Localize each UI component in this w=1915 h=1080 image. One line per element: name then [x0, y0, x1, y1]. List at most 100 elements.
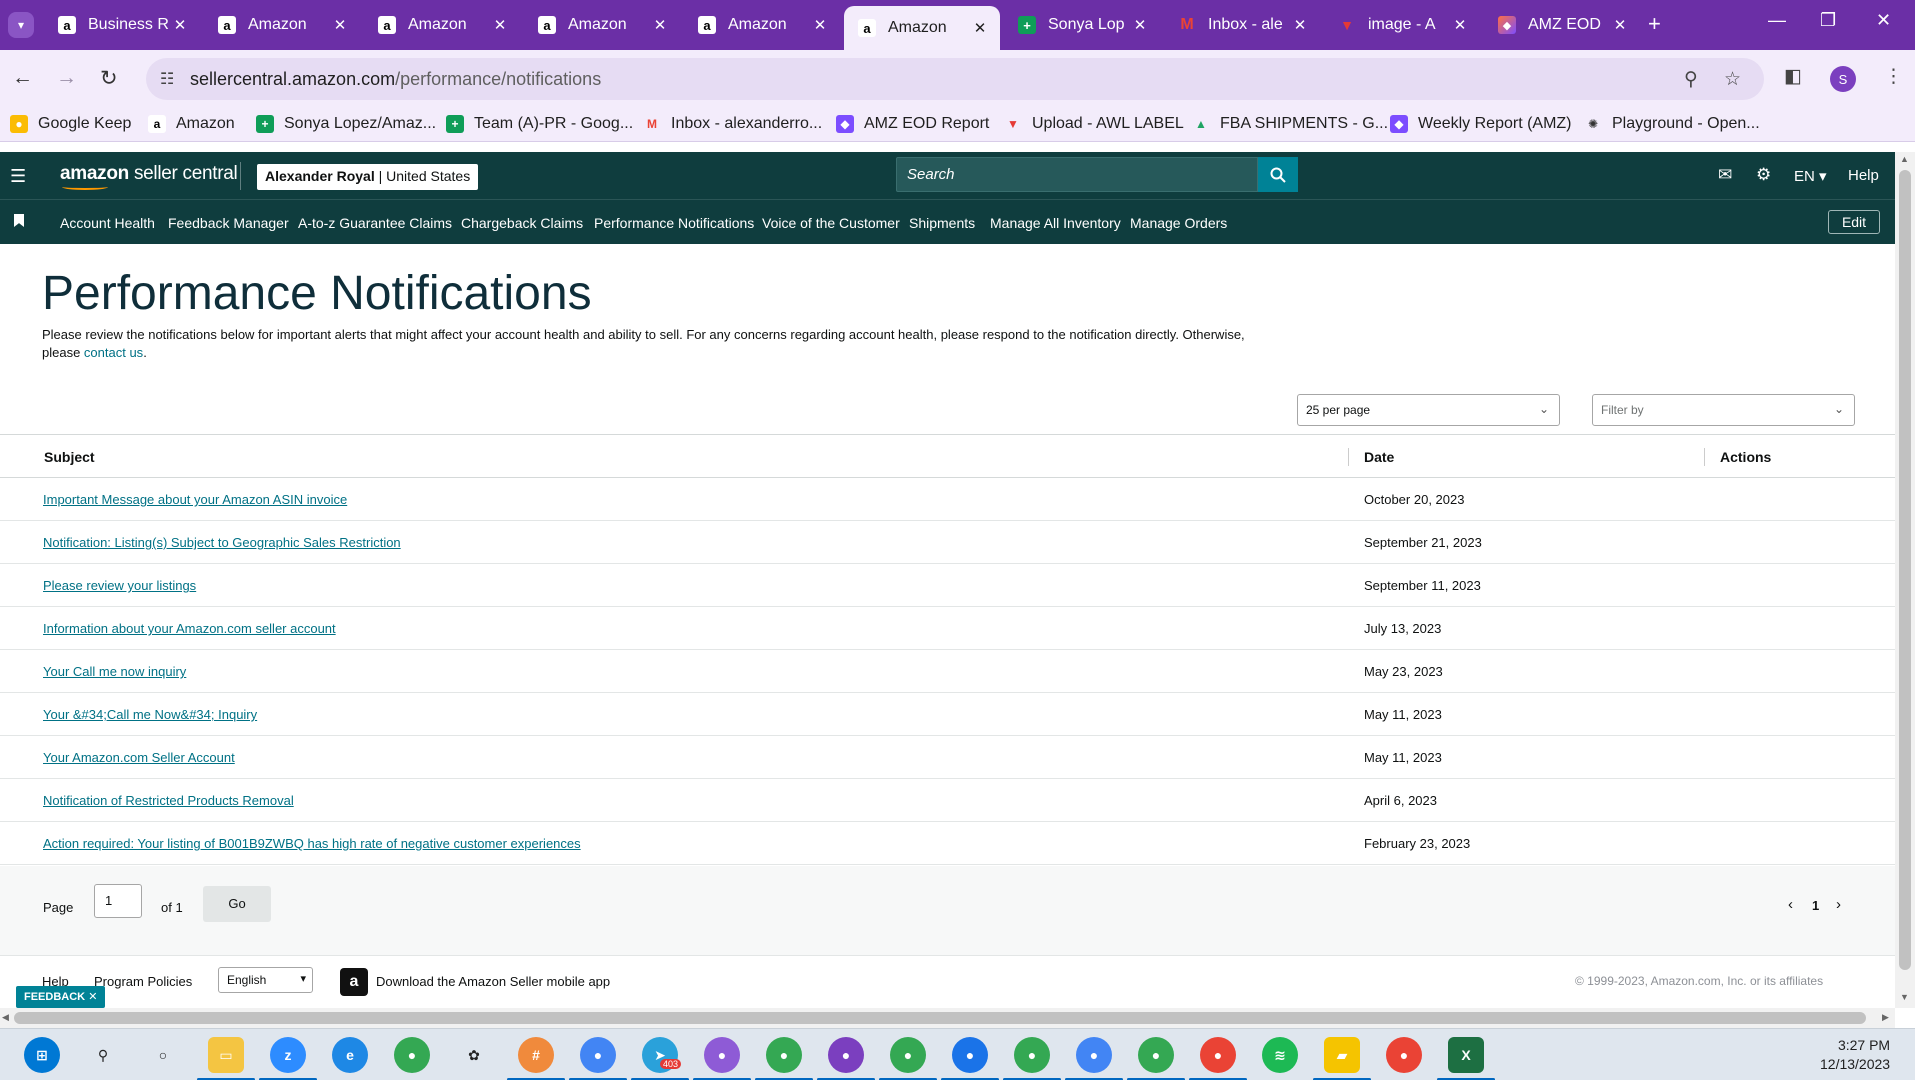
search-button[interactable]: [1258, 157, 1298, 192]
scroll-thumb[interactable]: [14, 1012, 1866, 1024]
filter-select[interactable]: Filter by ⌄: [1592, 394, 1855, 426]
program-policies-link[interactable]: Program Policies: [94, 974, 192, 989]
browser-tab[interactable]: M Inbox - ale ✕: [1164, 8, 1320, 42]
close-icon[interactable]: ✕: [1130, 16, 1150, 34]
browser-tab[interactable]: a Amazon ✕: [684, 8, 840, 42]
profile-avatar[interactable]: S: [1830, 66, 1856, 92]
notification-subject-link[interactable]: Your Amazon.com Seller Account: [43, 750, 235, 765]
browser-tab[interactable]: a Amazon ✕: [524, 8, 680, 42]
contact-us-link[interactable]: contact us: [84, 345, 143, 360]
notification-subject-link[interactable]: Your &#34;Call me Now&#34; Inquiry: [43, 707, 257, 722]
browser-tab[interactable]: ◆ AMZ EOD ✕: [1484, 8, 1640, 42]
bookmark-icon[interactable]: [14, 214, 24, 227]
nav-item[interactable]: Shipments: [909, 215, 975, 231]
help-link[interactable]: Help: [1848, 167, 1879, 184]
nav-item[interactable]: A-to-z Guarantee Claims: [298, 215, 452, 231]
task-view-icon[interactable]: ○: [145, 1037, 181, 1073]
chrome-icon[interactable]: ●: [1200, 1037, 1236, 1073]
browser-tab[interactable]: a Amazon ✕: [364, 8, 520, 42]
file-explorer-icon[interactable]: ▭: [208, 1037, 244, 1073]
chrome-icon[interactable]: ●: [1138, 1037, 1174, 1073]
chrome-icon[interactable]: ●: [766, 1037, 802, 1073]
nav-item[interactable]: Manage All Inventory: [990, 215, 1121, 231]
back-icon[interactable]: ←: [12, 66, 33, 90]
scroll-thumb[interactable]: [1899, 170, 1911, 970]
hamburger-menu-icon[interactable]: ☰: [10, 166, 26, 187]
nav-item[interactable]: Account Health: [60, 215, 155, 231]
browser-tab[interactable]: + Sonya Lop ✕: [1004, 8, 1160, 42]
close-icon[interactable]: ✕: [1450, 16, 1470, 34]
zoom-icon[interactable]: z: [270, 1037, 306, 1073]
vertical-scrollbar[interactable]: ▲ ▼: [1895, 152, 1915, 1008]
scroll-left-icon[interactable]: ◀: [2, 1012, 9, 1023]
horizontal-scrollbar[interactable]: ◀ ▶: [0, 1008, 1895, 1028]
nav-item[interactable]: Performance Notifications: [594, 215, 754, 231]
notification-subject-link[interactable]: Notification: Listing(s) Subject to Geog…: [43, 535, 401, 550]
windows-start-icon[interactable]: ⊞: [24, 1037, 60, 1073]
per-page-select[interactable]: 25 per page ⌄: [1297, 394, 1560, 426]
account-switcher[interactable]: Alexander Royal | United States: [257, 164, 479, 190]
notification-subject-link[interactable]: Please review your listings: [43, 578, 196, 593]
notification-subject-link[interactable]: Information about your Amazon.com seller…: [43, 621, 336, 636]
scroll-up-icon[interactable]: ▲: [1900, 154, 1909, 164]
omnibox[interactable]: ☷ sellercentral.amazon.com/performance/n…: [146, 58, 1764, 100]
gear-icon[interactable]: ⚙: [1756, 165, 1771, 185]
go-button[interactable]: Go: [203, 886, 271, 922]
bot-icon[interactable]: ✿: [456, 1037, 492, 1073]
edge-icon[interactable]: e: [332, 1037, 368, 1073]
bookmark-item[interactable]: ✺ Playground - Open...: [1584, 115, 1760, 133]
minimize-icon[interactable]: —: [1768, 10, 1786, 31]
footer-language-select[interactable]: English ▾: [218, 967, 313, 993]
page-number-input[interactable]: 1: [94, 884, 142, 918]
close-icon[interactable]: ✕: [1610, 16, 1630, 34]
forward-icon[interactable]: →: [56, 66, 77, 90]
excel-icon[interactable]: X: [1448, 1037, 1484, 1073]
system-clock[interactable]: 3:27 PM 12/13/2023: [1820, 1036, 1890, 1074]
url-text[interactable]: sellercentral.amazon.com/performance/not…: [190, 69, 601, 90]
bookmark-item[interactable]: ● Google Keep: [10, 115, 131, 133]
close-icon[interactable]: ✕: [970, 19, 990, 37]
previous-page-icon[interactable]: ‹: [1788, 896, 1793, 913]
chrome-icon[interactable]: ●: [890, 1037, 926, 1073]
new-tab-button[interactable]: +: [1648, 11, 1661, 37]
scroll-down-icon[interactable]: ▼: [1900, 992, 1909, 1002]
side-panel-icon[interactable]: ◧: [1784, 65, 1802, 88]
download-app-link[interactable]: Download the Amazon Seller mobile app: [376, 974, 610, 989]
chrome-icon[interactable]: ●: [580, 1037, 616, 1073]
close-icon[interactable]: ✕: [810, 16, 830, 34]
bookmark-item[interactable]: a Amazon: [148, 115, 235, 133]
chrome-icon[interactable]: ●: [952, 1037, 988, 1073]
chrome-icon[interactable]: ●: [394, 1037, 430, 1073]
bookmark-item[interactable]: ▼ Upload - AWL LABEL: [1004, 115, 1184, 133]
current-page-number[interactable]: 1: [1812, 898, 1819, 913]
scroll-right-icon[interactable]: ▶: [1882, 1012, 1889, 1023]
restore-icon[interactable]: ❐: [1820, 10, 1836, 31]
close-icon[interactable]: ✕: [650, 16, 670, 34]
bookmark-star-icon[interactable]: ☆: [1724, 68, 1741, 91]
reload-icon[interactable]: ↻: [100, 66, 118, 91]
notification-subject-link[interactable]: Your Call me now inquiry: [43, 664, 186, 679]
browser-menu-icon[interactable]: ⋮: [1884, 65, 1903, 88]
search-icon[interactable]: ⚲: [85, 1037, 121, 1073]
chrome-icon[interactable]: ●: [1076, 1037, 1112, 1073]
nav-item[interactable]: Chargeback Claims: [461, 215, 583, 231]
amazon-app-icon[interactable]: a: [340, 968, 368, 996]
spotify-icon[interactable]: ≋: [1262, 1037, 1298, 1073]
notification-subject-link[interactable]: Important Message about your Amazon ASIN…: [43, 492, 347, 507]
close-icon[interactable]: ✕: [1290, 16, 1310, 34]
bookmark-item[interactable]: + Team (A)-PR - Goog...: [446, 115, 633, 133]
notification-subject-link[interactable]: Action required: Your listing of B001B9Z…: [43, 836, 581, 851]
zoom-icon[interactable]: ⚲: [1684, 68, 1698, 91]
next-page-icon[interactable]: ›: [1836, 896, 1841, 913]
browser-tab[interactable]: a Amazon ✕: [204, 8, 360, 42]
search-input[interactable]: Search: [896, 157, 1258, 192]
close-icon[interactable]: ✕: [170, 16, 190, 34]
chrome-icon[interactable]: ●: [1386, 1037, 1422, 1073]
bookmark-item[interactable]: + Sonya Lopez/Amaz...: [256, 115, 436, 133]
chrome-icon[interactable]: ●: [704, 1037, 740, 1073]
close-icon[interactable]: ✕: [88, 991, 97, 1003]
bookmark-item[interactable]: ◆ Weekly Report (AMZ): [1390, 115, 1572, 133]
nav-item[interactable]: Manage Orders: [1130, 215, 1227, 231]
nav-item[interactable]: Feedback Manager: [168, 215, 289, 231]
sticky-notes-icon[interactable]: ▰: [1324, 1037, 1360, 1073]
